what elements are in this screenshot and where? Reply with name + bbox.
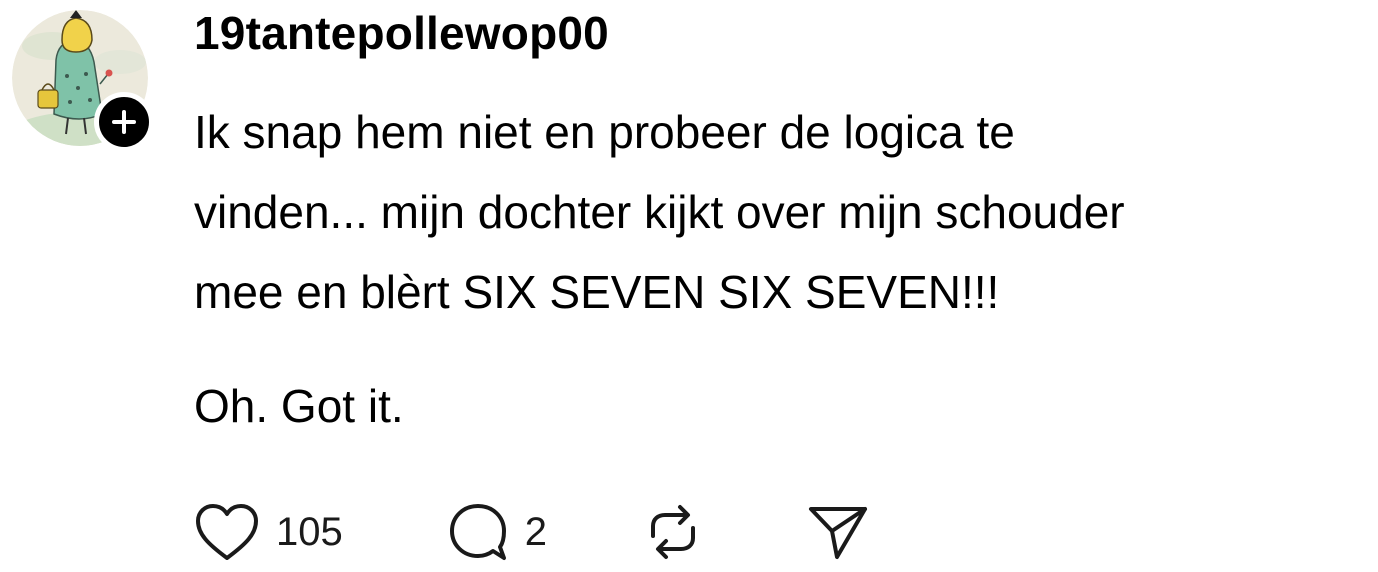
share-button[interactable] [807, 503, 869, 561]
post: 19tantepollewop00 Ik snap hem niet en pr… [0, 0, 1378, 572]
heart-icon [196, 504, 258, 560]
post-text: Ik snap hem niet en probeer de logica te… [194, 92, 1374, 446]
avatar-container[interactable] [12, 10, 154, 152]
like-button[interactable]: 105 [194, 502, 343, 562]
post-text-line: mee en blèrt SIX SEVEN SIX SEVEN!!! [194, 266, 1000, 318]
repost-icon [651, 505, 695, 559]
repost-button[interactable] [643, 502, 703, 562]
like-count: 105 [276, 509, 343, 554]
follow-button[interactable] [94, 92, 154, 152]
speech-bubble-icon [449, 504, 506, 560]
username[interactable]: 19tantepollewop00 [194, 6, 609, 60]
post-text-line: Oh. Got it. [194, 380, 404, 432]
reply-count: 2 [524, 509, 547, 554]
plus-icon [112, 110, 136, 134]
send-icon [809, 507, 867, 559]
post-text-line: vinden... mijn dochter kijkt over mijn s… [194, 186, 1125, 238]
post-text-line: Ik snap hem niet en probeer de logica te [194, 106, 1015, 158]
action-bar: 105 2 [194, 500, 869, 564]
reply-button[interactable]: 2 [447, 501, 547, 563]
